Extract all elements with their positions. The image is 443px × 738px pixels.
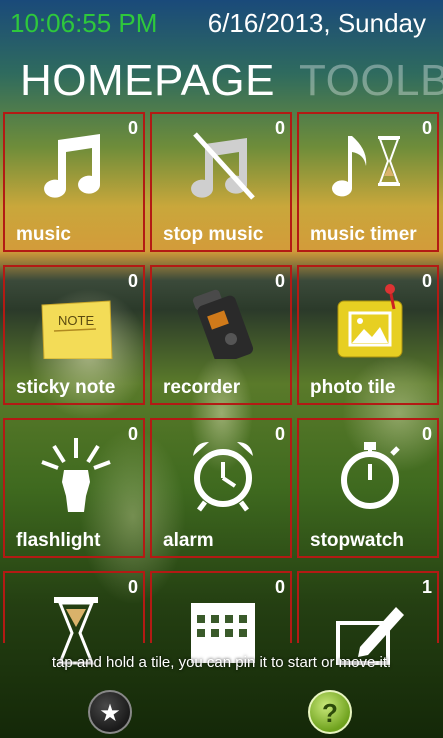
tile-count: 0 bbox=[421, 271, 432, 291]
tile-count: 0 bbox=[274, 577, 285, 597]
tile-count: 0 bbox=[421, 424, 432, 444]
favorite-button[interactable]: ★ bbox=[88, 690, 132, 734]
tile-music-timer[interactable]: 0 music timer bbox=[297, 112, 439, 252]
tile-alarm[interactable]: 0 alarm bbox=[150, 418, 292, 558]
stop-music-icon bbox=[191, 132, 255, 200]
help-button[interactable]: ? bbox=[308, 690, 352, 734]
tile-label: stop music bbox=[163, 224, 264, 245]
tile-count: 0 bbox=[127, 271, 138, 291]
tile-count: 0 bbox=[421, 118, 432, 138]
hint-text: tap and hold a tile, you can pin it to s… bbox=[51, 654, 392, 671]
tile-count: 0 bbox=[127, 118, 138, 138]
tile-edit[interactable]: 1 bbox=[297, 571, 439, 665]
tile-label: alarm bbox=[163, 530, 214, 551]
tile-label: stopwatch bbox=[310, 530, 404, 551]
tile-recorder[interactable]: 0 recorder bbox=[150, 265, 292, 405]
clock-date: 6/16/2013, Sunday bbox=[207, 8, 426, 38]
tile-label: sticky note bbox=[16, 377, 116, 398]
clock-time: 10:06:55 PM bbox=[10, 8, 158, 38]
star-icon: ★ bbox=[99, 700, 121, 727]
tile-flashlight[interactable]: 0 flashlight bbox=[3, 418, 145, 558]
tile-label: flashlight bbox=[16, 530, 101, 551]
tile-label: photo tile bbox=[310, 377, 396, 398]
music-note-icon bbox=[44, 134, 101, 198]
svg-text:NOTE: NOTE bbox=[58, 313, 94, 328]
tile-count: 0 bbox=[127, 424, 138, 444]
tile-stop-music[interactable]: 0 stop music bbox=[150, 112, 292, 252]
tile-count: 0 bbox=[127, 577, 138, 597]
tile-count: 0 bbox=[274, 271, 285, 291]
pivot-item-homepage[interactable]: HOMEPAGE bbox=[20, 56, 275, 106]
tile-music[interactable]: 0 music bbox=[3, 112, 145, 252]
tile-label: music bbox=[16, 224, 71, 245]
tile-count: 0 bbox=[274, 118, 285, 138]
question-icon: ? bbox=[322, 698, 338, 728]
tile-label: music timer bbox=[310, 224, 417, 245]
recorder-icon bbox=[192, 289, 254, 359]
tile-count: 1 bbox=[421, 577, 432, 597]
tile-stopwatch[interactable]: 0 stopwatch bbox=[297, 418, 439, 558]
flashlight-icon bbox=[41, 438, 111, 512]
photo-tile-icon bbox=[337, 284, 403, 358]
stopwatch-icon bbox=[341, 442, 400, 509]
tile-count: 0 bbox=[274, 424, 285, 444]
tile-hourglass[interactable]: 0 bbox=[3, 571, 145, 665]
sticky-note-icon: NOTE bbox=[41, 300, 113, 359]
tile-calendar[interactable]: 0 bbox=[150, 571, 292, 663]
music-timer-icon bbox=[332, 136, 400, 197]
tile-label: recorder bbox=[163, 377, 241, 398]
status-bar: 10:06:55 PM 6/16/2013, Sunday bbox=[0, 0, 443, 44]
alarm-clock-icon bbox=[193, 442, 253, 512]
tile-sticky-note[interactable]: 0 NOTE sticky note bbox=[3, 265, 145, 405]
pivot-header: HOMEPAGE TOOLBO bbox=[0, 56, 443, 108]
tile-photo-tile[interactable]: 0 photo tile bbox=[297, 265, 439, 405]
pivot-item-toolbox[interactable]: TOOLBO bbox=[299, 56, 443, 106]
